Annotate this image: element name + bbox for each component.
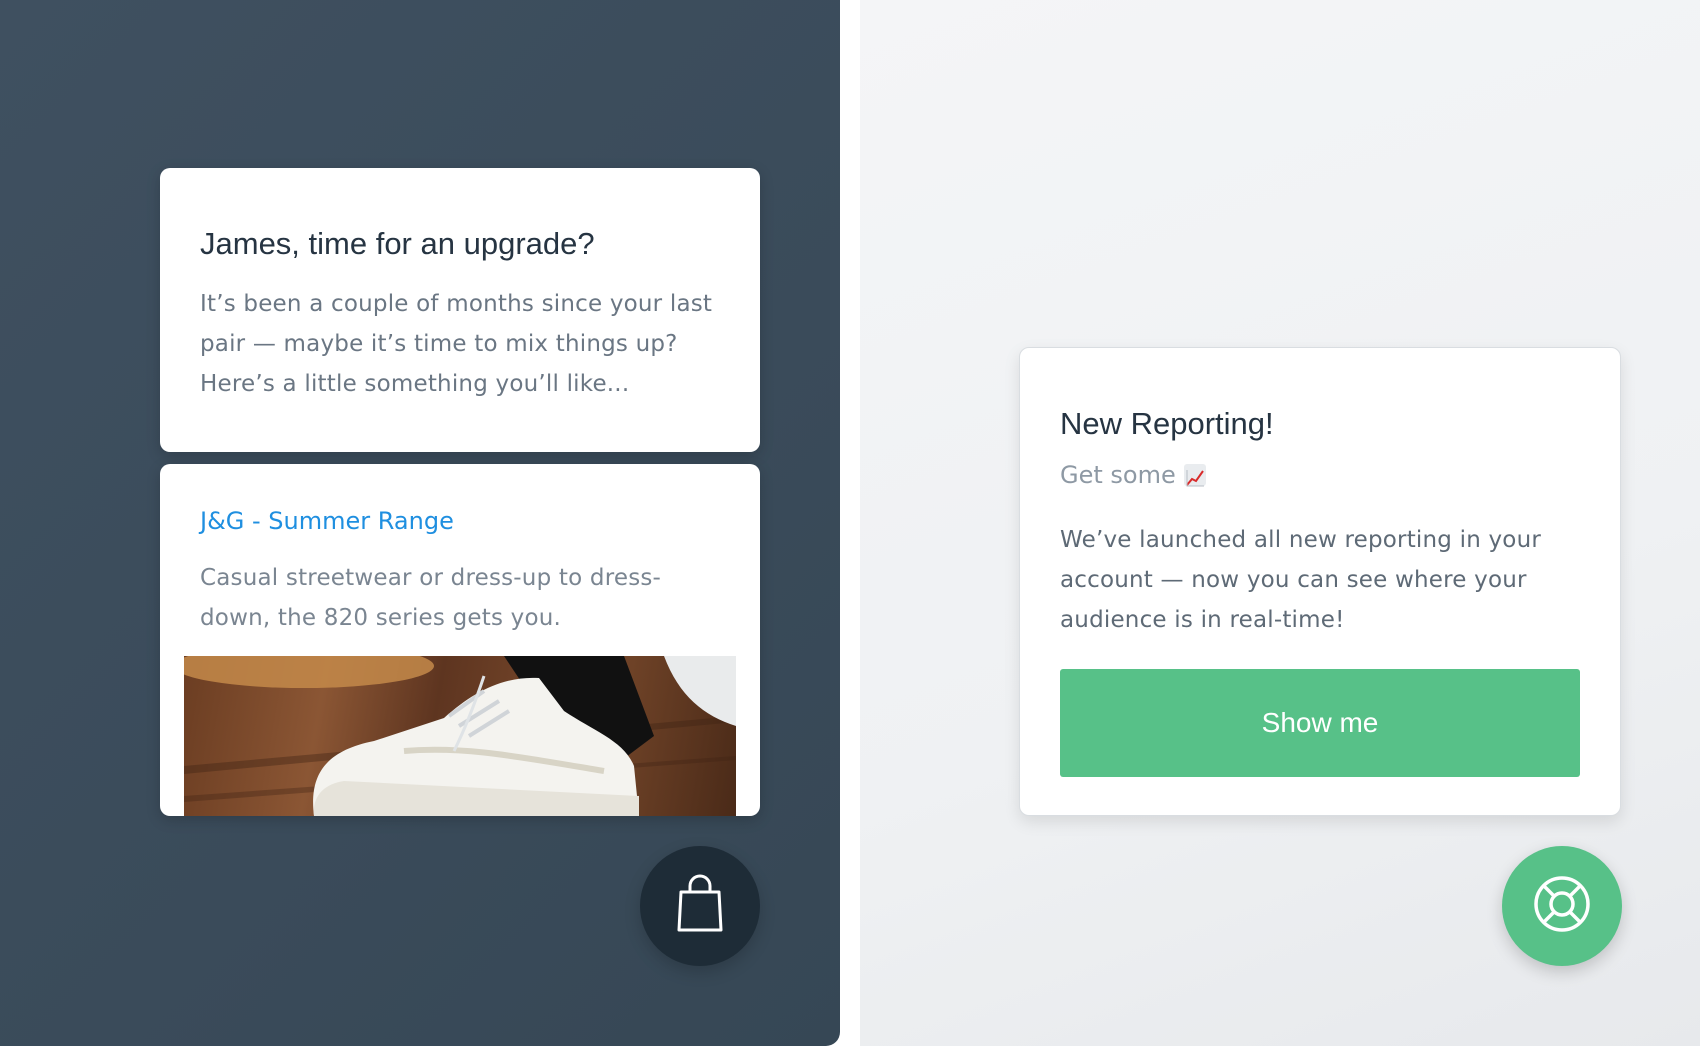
chart-increasing-icon bbox=[1183, 464, 1206, 487]
help-launcher-button[interactable] bbox=[1502, 846, 1622, 966]
sneaker-image bbox=[184, 656, 736, 816]
product-description: Casual streetwear or dress-up to dress-d… bbox=[200, 565, 662, 631]
show-me-button[interactable]: Show me bbox=[1060, 669, 1580, 777]
upgrade-title: James, time for an upgrade? bbox=[200, 226, 595, 261]
lifebuoy-icon bbox=[1532, 874, 1592, 938]
shop-launcher-button[interactable] bbox=[640, 846, 760, 966]
reporting-announcement-card[interactable]: New Reporting! Get some We’ve launched a… bbox=[1019, 347, 1621, 816]
shopping-bag-icon bbox=[676, 874, 724, 938]
reporting-body: We’ve launched all new reporting in your… bbox=[1060, 527, 1542, 633]
upgrade-message-card[interactable]: James, time for an upgrade? It’s been a … bbox=[160, 168, 760, 452]
reporting-title: New Reporting! bbox=[1060, 406, 1274, 441]
subtitle-text: Get some bbox=[1060, 461, 1176, 489]
product-card[interactable]: J&G - Summer Range Casual streetwear or … bbox=[160, 464, 760, 816]
upgrade-body: It’s been a couple of months since your … bbox=[200, 291, 713, 397]
product-link[interactable]: J&G - Summer Range bbox=[200, 504, 454, 538]
reporting-subtitle: Get some bbox=[1060, 458, 1580, 492]
left-panel: James, time for an upgrade? It’s been a … bbox=[0, 0, 840, 1046]
